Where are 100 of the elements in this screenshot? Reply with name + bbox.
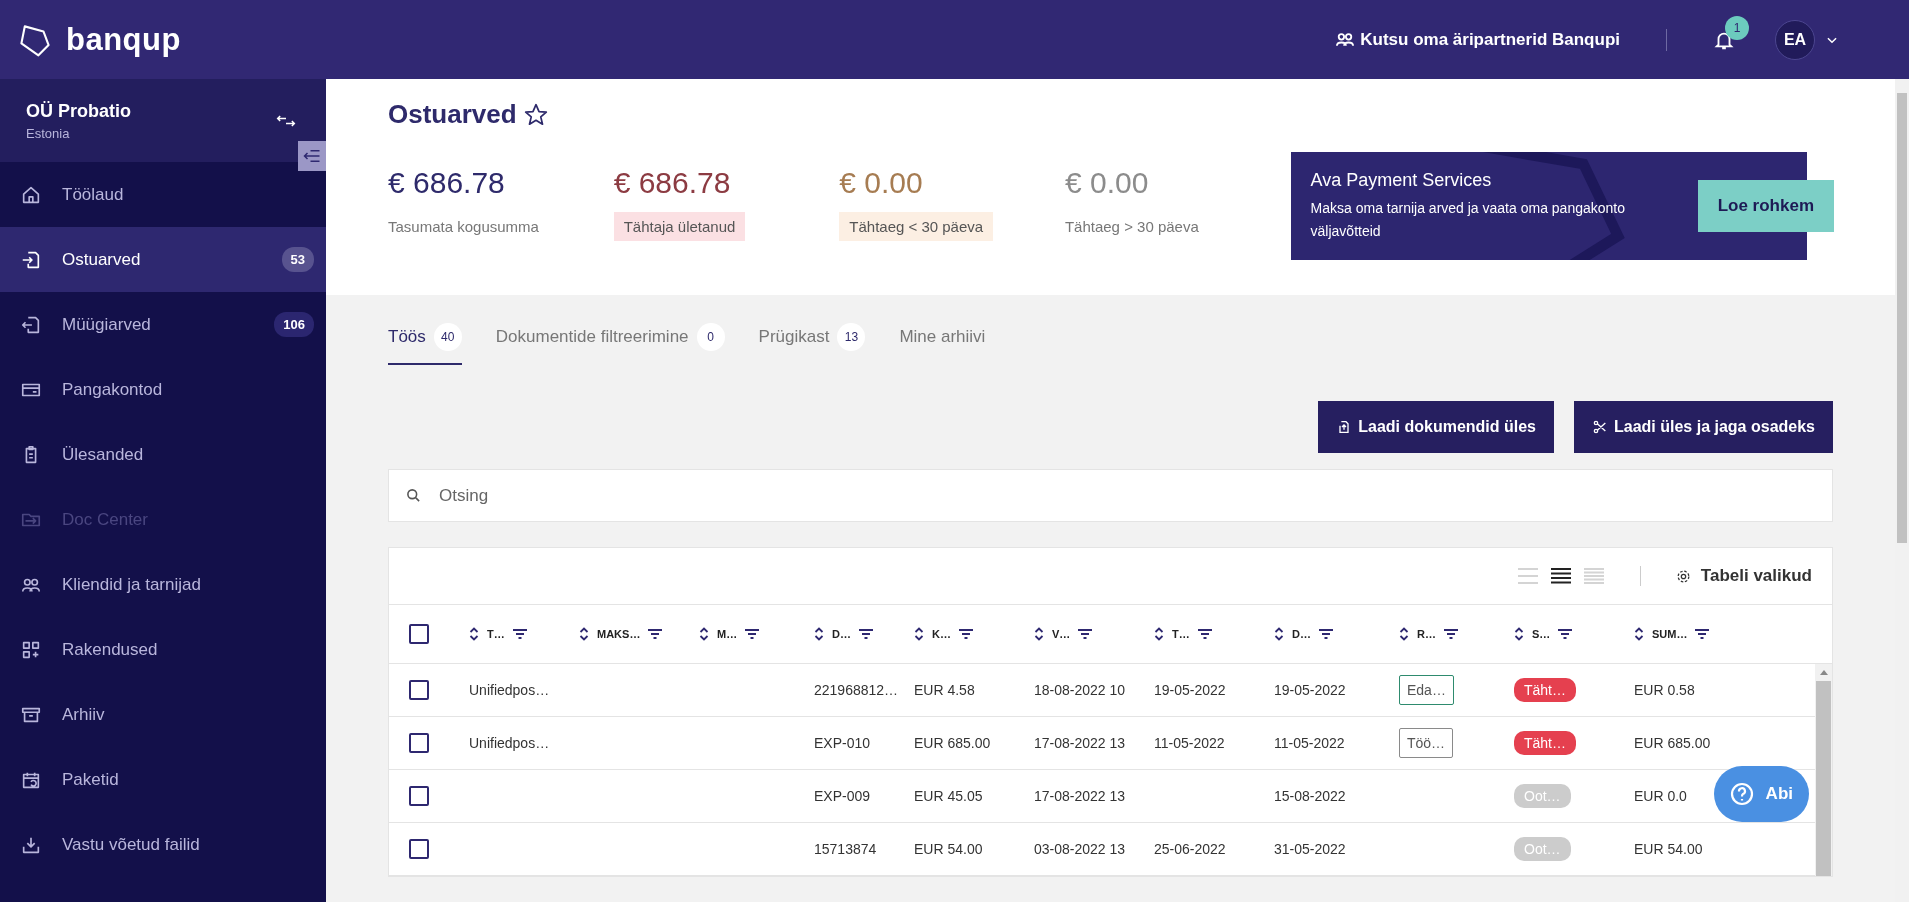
sidebar-item[interactable]: Vastu võetud failid [0, 812, 326, 877]
sort-icon[interactable] [1634, 627, 1644, 641]
column-header[interactable]: D… [1292, 628, 1311, 640]
sidebar-item[interactable]: Arhiiv [0, 682, 326, 747]
filter-icon[interactable] [1443, 629, 1458, 639]
column-header[interactable]: SUM… [1652, 628, 1688, 640]
row-density-icon[interactable] [1549, 567, 1572, 585]
tab[interactable]: Prügikast 13 [758, 319, 866, 365]
collapse-sidebar-button[interactable] [298, 141, 326, 171]
count-badge: 40 [433, 323, 462, 351]
filter-icon[interactable] [1558, 629, 1573, 639]
filter-icon[interactable] [1318, 629, 1333, 639]
row-checkbox[interactable] [409, 733, 429, 753]
tag: Töö… [1399, 728, 1454, 758]
read-more-button[interactable]: Loe rohkem [1697, 180, 1834, 232]
sort-icon[interactable] [814, 627, 824, 641]
company-country: Estonia [26, 125, 71, 141]
search-icon [406, 488, 421, 503]
sidebar-item[interactable]: Ülesanded [0, 422, 326, 487]
row-checkbox[interactable] [409, 839, 429, 859]
column-header[interactable]: D… [832, 628, 851, 640]
search-field[interactable]: Otsing [388, 469, 1833, 522]
sort-icon[interactable] [1514, 627, 1524, 641]
table-cell: EUR 0.58 [1634, 682, 1695, 698]
collapse-icon [303, 149, 321, 163]
filter-icon[interactable] [1695, 629, 1710, 639]
due-status-label: Tähtaeg > 30 päeva [1064, 217, 1199, 237]
column-header[interactable]: MAKS… [597, 628, 641, 640]
table-cell: EXP-009 [814, 788, 871, 804]
scrollbar[interactable] [1815, 664, 1832, 876]
filter-icon[interactable] [1078, 629, 1093, 639]
star-icon[interactable] [522, 101, 549, 128]
count-badge: 106 [274, 312, 314, 337]
table-cell: 25-06-2022 [1154, 841, 1226, 857]
sidebar-item[interactable]: Pangakontod [0, 357, 326, 422]
promo-title: Ava Payment Services [1310, 170, 1493, 192]
filter-icon[interactable] [512, 629, 527, 639]
promo-text: Maksa oma tarnija arved ja vaata oma pangakonto väljavõtteid [1310, 199, 1626, 241]
table-options-button[interactable]: Tabeli valikud [1675, 566, 1812, 586]
amount-label: Tasumata kogusumma [388, 217, 539, 237]
table-cell: EUR 4.58 [914, 682, 975, 698]
count-badge: 13 [837, 323, 866, 351]
swap-arrows-icon[interactable] [276, 113, 296, 128]
table-cell: EUR 0.0 [1634, 788, 1687, 804]
table-cell: 17-08-2022 13 [1034, 788, 1126, 804]
upload-button[interactable]: Laadi dokumendid üles [1318, 401, 1554, 453]
table-cell: EUR 45.05 [914, 788, 983, 804]
split-upload-button[interactable]: Laadi üles ja jaga osadeks [1574, 401, 1833, 453]
question-icon [1729, 782, 1754, 806]
sidebar-item[interactable]: Müügiarved 106 [0, 292, 326, 357]
row-checkbox[interactable] [409, 680, 429, 700]
sort-icon[interactable] [1154, 627, 1164, 641]
table-cell: 19-05-2022 [1274, 682, 1346, 698]
sidebar-item[interactable]: Rakendused [0, 617, 326, 682]
table-cell: EXP-010 [814, 735, 871, 751]
amount: € 686.78 [388, 166, 505, 200]
column-header[interactable]: T… [487, 628, 505, 640]
row-checkbox[interactable] [409, 786, 429, 806]
table-cell: 31-05-2022 [1274, 841, 1346, 857]
table-cell: 03-08-2022 13 [1034, 841, 1126, 857]
sidebar-item[interactable]: Paketid [0, 747, 326, 812]
column-header[interactable]: S… [1532, 628, 1551, 640]
sort-icon[interactable] [1399, 627, 1409, 641]
column-header[interactable]: M… [717, 628, 738, 640]
table-cell: 17-08-2022 13 [1034, 735, 1126, 751]
table-cell: 11-05-2022 [1154, 735, 1225, 751]
column-header[interactable]: K… [932, 628, 951, 640]
filter-icon[interactable] [958, 629, 973, 639]
select-all-checkbox[interactable] [409, 624, 429, 644]
column-header[interactable]: T… [1172, 628, 1190, 640]
filter-icon[interactable] [648, 629, 663, 639]
sort-icon[interactable] [579, 627, 589, 641]
filter-icon[interactable] [745, 629, 760, 639]
company-switcher[interactable]: OÜ Probatio Estonia [0, 79, 326, 162]
sidebar-item[interactable]: Töölaud [0, 162, 326, 227]
tab[interactable]: Töös 40 [388, 319, 462, 365]
filter-icon[interactable] [858, 629, 873, 639]
table-cell: 221968812… [814, 682, 899, 698]
sort-icon[interactable] [1034, 627, 1044, 641]
tag: Eda… [1399, 675, 1454, 705]
column-header[interactable]: V… [1052, 628, 1071, 640]
sidebar-item[interactable]: Kliendid ja tarnijad [0, 552, 326, 617]
count-badge: 0 [696, 323, 725, 351]
sort-icon[interactable] [914, 627, 924, 641]
company-name: OÜ Probatio [26, 100, 131, 122]
tab[interactable]: Dokumentide filtreerimine 0 [495, 319, 725, 365]
table-cell: Unifiedpos… [469, 682, 550, 698]
avatar[interactable]: EA [1775, 19, 1815, 60]
filter-icon[interactable] [1197, 629, 1212, 639]
sort-icon[interactable] [1274, 627, 1284, 641]
status-badge: Täht… [1514, 678, 1576, 702]
sort-icon[interactable] [699, 627, 709, 641]
sidebar-item[interactable]: Ostuarved 53 [0, 227, 326, 292]
table-cell: Unifiedpos… [469, 735, 550, 751]
brand-name: banqup [66, 21, 181, 58]
sort-icon[interactable] [469, 627, 479, 641]
tab[interactable]: Mine arhiivi [899, 319, 986, 365]
invite-link[interactable]: Kutsu oma äripartnerid Banqupi [1336, 29, 1620, 50]
page-title: Ostuarved [388, 99, 517, 130]
column-header[interactable]: R… [1417, 628, 1436, 640]
